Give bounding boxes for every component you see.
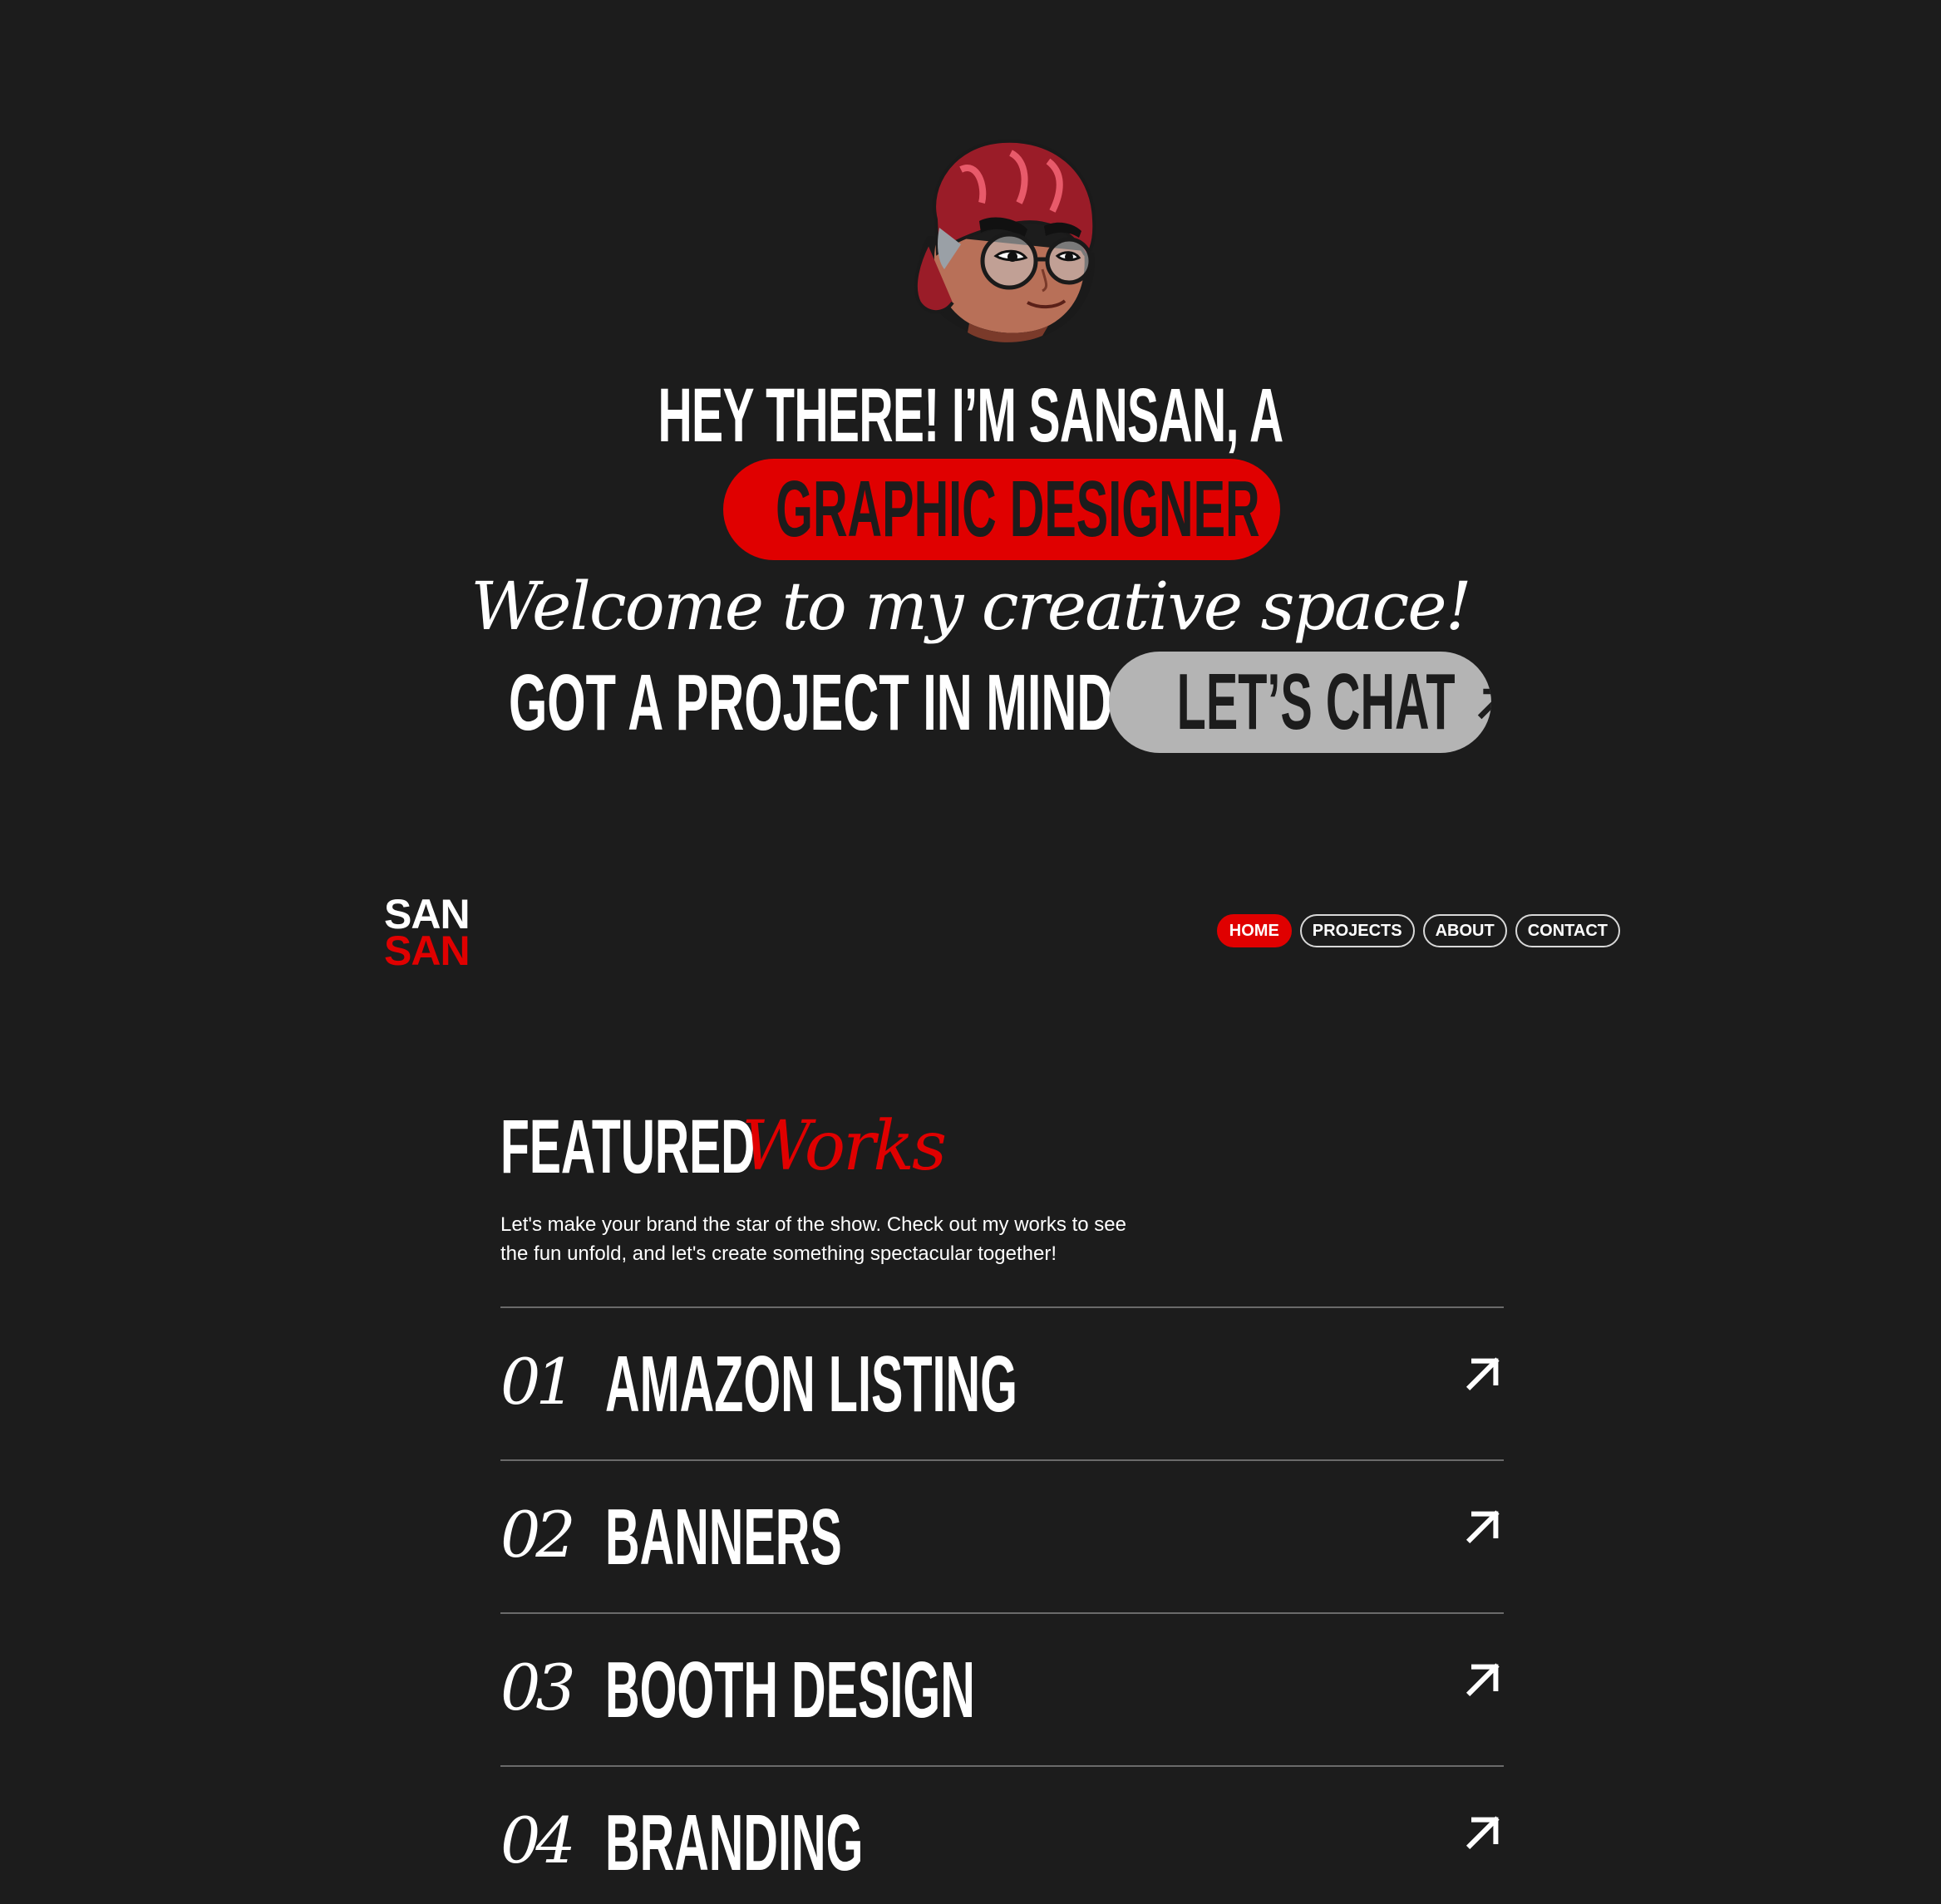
hero-heading: HEY THERE! I’M SANSAN, A bbox=[0, 374, 1941, 457]
arrow-up-right-icon[interactable] bbox=[1464, 1506, 1504, 1546]
nav-about[interactable]: ABOUT bbox=[1422, 914, 1507, 947]
nav-contact[interactable]: CONTACT bbox=[1515, 914, 1620, 947]
work-name: BRANDING bbox=[605, 1798, 864, 1887]
work-item-branding[interactable]: 04 BRANDING bbox=[500, 1765, 1504, 1904]
nav-home[interactable]: HOME bbox=[1216, 914, 1292, 947]
work-item-booth-design[interactable]: 03 BOOTH DESIGN bbox=[500, 1612, 1504, 1765]
site-logo[interactable]: SAN SAN bbox=[384, 893, 470, 974]
work-number: 04 bbox=[500, 1803, 576, 1877]
arrow-up-right-icon[interactable] bbox=[1464, 1353, 1504, 1393]
work-number: 03 bbox=[500, 1651, 576, 1724]
lets-chat-button[interactable]: LET’S CHAT bbox=[1109, 652, 1491, 753]
work-item-amazon-listing[interactable]: 01 AMAZON LISTING bbox=[500, 1306, 1504, 1459]
welcome-text: Welcome to my creative space! bbox=[470, 568, 1472, 645]
main-nav: HOME PROJECTS ABOUT CONTACT bbox=[1216, 914, 1620, 947]
work-number: 02 bbox=[500, 1498, 576, 1572]
hero-heading-text: HEY THERE! I’M SANSAN, A bbox=[658, 373, 1283, 458]
logo-line-red: SAN bbox=[384, 927, 470, 974]
arrow-up-right-icon[interactable] bbox=[1464, 1659, 1504, 1699]
page: HEY THERE! I’M SANSAN, A GRAPHIC DESIGNE… bbox=[0, 0, 1941, 1904]
work-name: AMAZON LISTING bbox=[605, 1340, 1017, 1429]
lets-chat-label: LET’S CHAT bbox=[1176, 657, 1456, 746]
arrow-up-right-icon bbox=[1477, 688, 1491, 720]
graphic-designer-label: GRAPHIC DESIGNER bbox=[775, 465, 1260, 553]
nav-projects[interactable]: PROJECTS bbox=[1299, 914, 1415, 947]
work-item-banners[interactable]: 02 BANNERS bbox=[500, 1459, 1504, 1612]
arrow-up-right-icon[interactable] bbox=[1464, 1812, 1504, 1852]
project-question-text: GOT A PROJECT IN MIND? bbox=[509, 658, 1143, 747]
works-list: 01 AMAZON LISTING 02 BANNERS 03 BOOTH DE… bbox=[500, 1306, 1504, 1904]
featured-title-script: Works bbox=[741, 1107, 947, 1186]
cartoon-avatar-icon bbox=[914, 139, 1096, 342]
work-name: BOOTH DESIGN bbox=[605, 1646, 975, 1734]
featured-description: Let's make your brand the star of the sh… bbox=[500, 1213, 1126, 1265]
work-name: BANNERS bbox=[605, 1493, 842, 1582]
graphic-designer-button[interactable]: GRAPHIC DESIGNER bbox=[723, 459, 1280, 560]
featured-title: FEATURED Works bbox=[500, 1105, 947, 1189]
featured-title-bold: FEATURED bbox=[500, 1105, 756, 1189]
work-number: 01 bbox=[500, 1345, 576, 1419]
